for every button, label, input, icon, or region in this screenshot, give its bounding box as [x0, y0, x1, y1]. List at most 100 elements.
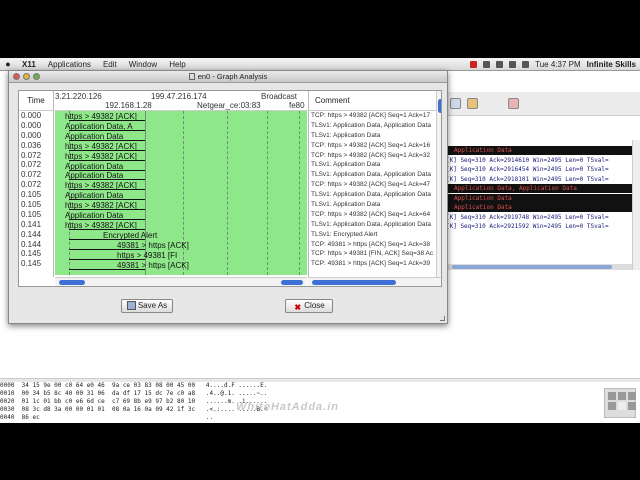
- host-label: 199.47.216.174: [151, 92, 207, 101]
- menubar-clock[interactable]: Tue 4:37 PM: [535, 60, 581, 69]
- flow-graph[interactable]: 3.21.220.126 199.47.216.174 Broadcast 19…: [55, 91, 307, 277]
- packet-row[interactable]: Application Data: [446, 203, 632, 212]
- comment-row[interactable]: TCP: 49381 > https [ACK] Seq=1 Ack=39: [309, 259, 441, 269]
- comment-row[interactable]: TCP: 49381 > https [ACK] Seq=1 Ack=38: [309, 240, 441, 250]
- hex-line: 0030 08 3c d8 3a 00 00 01 01 08 0a 16 0a…: [0, 406, 268, 413]
- window-titlebar[interactable]: en0 - Graph Analysis: [9, 71, 447, 83]
- comment-row[interactable]: TLSv1: Application Data, Application Dat…: [309, 170, 441, 180]
- wifi-icon[interactable]: [496, 60, 504, 68]
- record-icon[interactable]: [470, 60, 478, 68]
- time-value: 0.000: [21, 120, 42, 130]
- host-lifeline: [267, 111, 268, 275]
- packet-row[interactable]: Application Data, Application Data: [446, 184, 632, 193]
- packet-row[interactable]: Application Data: [446, 193, 632, 203]
- hex-line: 0000 34 15 9e 00 c0 64 e0 46 9a ce 03 83…: [0, 382, 268, 389]
- graph-host-header: 3.21.220.126 199.47.216.174 Broadcast 19…: [55, 91, 307, 111]
- graph-area[interactable]: https > 49382 [ACK] Application Data, A Ap…: [55, 111, 307, 275]
- volume-icon[interactable]: [509, 60, 517, 68]
- packet-row[interactable]: [K] Seq=310 Ack=2916454 Win=2495 Len=0 T…: [446, 165, 632, 174]
- background-vscrollbar[interactable]: [632, 140, 640, 270]
- time-header: Time: [19, 91, 53, 111]
- window-close-icon[interactable]: [13, 73, 20, 80]
- comment-row[interactable]: TLSv1: Application Data, Application Dat…: [309, 121, 441, 131]
- window-minimize-icon[interactable]: [23, 73, 30, 80]
- close-label: Close: [304, 301, 325, 310]
- comment-row[interactable]: TLSv1: Application Data: [309, 131, 441, 141]
- flow-label[interactable]: 49381 > https [ACK]: [117, 261, 189, 270]
- flow-label[interactable]: https > 49382 [ACK]: [65, 112, 137, 121]
- comment-header: Comment: [309, 91, 441, 111]
- close-button[interactable]: ✖ Close: [285, 299, 333, 313]
- flow-label[interactable]: https > 49381 [FI: [117, 251, 177, 260]
- flow-label[interactable]: Encrypted Alert: [103, 231, 157, 240]
- host-label: 192.168.1.28: [105, 101, 152, 110]
- time-value: 0.144: [21, 239, 42, 249]
- window-zoom-icon[interactable]: [33, 73, 40, 80]
- comment-row[interactable]: TCP: https > 49382 [ACK] Seq=1 Ack=64: [309, 210, 441, 220]
- comment-row[interactable]: TLSv1: Encrypted Alert: [309, 230, 441, 240]
- host-label: Broadcast: [261, 92, 298, 101]
- toolbar-help-icon[interactable]: [508, 98, 519, 109]
- menu-applications[interactable]: Applications: [42, 60, 97, 69]
- comment-row[interactable]: TLSv1: Application Data, Application Dat…: [309, 220, 441, 230]
- time-value: 0.000: [21, 111, 42, 120]
- toolbar-colorize-icon[interactable]: [467, 98, 478, 109]
- bluetooth-icon[interactable]: [483, 60, 491, 68]
- packet-row[interactable]: [K] Seq=310 Ack=2921592 Win=2495 Len=0 T…: [446, 222, 632, 231]
- packet-row[interactable]: [K] Seq=310 Ack=2919748 Win=2495 Len=0 T…: [446, 212, 632, 222]
- save-icon: [126, 301, 136, 310]
- comment-vscrollbar[interactable]: [436, 91, 441, 277]
- flow-label[interactable]: https > 49382 [ACK]: [65, 152, 137, 161]
- packet-row[interactable]: [K] Seq=310 Ack=2914610 Win=2495 Len=0 T…: [446, 155, 632, 165]
- time-value: 0.072: [21, 180, 42, 190]
- menu-help[interactable]: Help: [163, 60, 191, 69]
- close-icon: ✖: [294, 303, 302, 312]
- comment-row[interactable]: TCP: https > 49382 [ACK] Seq=1 Ack=32: [309, 151, 441, 161]
- time-value: 0.105: [21, 190, 42, 200]
- comment-row[interactable]: TCP: https > 49382 [ACK] Seq=1 Ack=16: [309, 141, 441, 151]
- time-value: 0.144: [21, 229, 42, 239]
- flow-label[interactable]: https > 49382 [ACK]: [65, 221, 137, 230]
- time-value: 0.141: [21, 219, 42, 229]
- flow-label[interactable]: Application Data: [65, 132, 123, 141]
- menubar-status-area: Tue 4:37 PM Infinite Skills: [470, 60, 640, 69]
- packet-row[interactable]: Application Data: [446, 146, 632, 155]
- background-packet-list[interactable]: Application Data [K] Seq=310 Ack=2914610 …: [446, 146, 632, 232]
- comment-row[interactable]: TLSv1: Application Data, Application Dat…: [309, 190, 441, 200]
- menu-edit[interactable]: Edit: [97, 60, 123, 69]
- flow-label[interactable]: Application Data, A: [65, 122, 133, 131]
- resize-grip[interactable]: [440, 316, 445, 321]
- background-hscrollbar[interactable]: [446, 264, 632, 270]
- infinite-skills-logo: [604, 388, 636, 418]
- menubar-user[interactable]: Infinite Skills: [587, 60, 636, 69]
- graph-hscrollbar[interactable]: [55, 277, 307, 286]
- flow-label[interactable]: Application Data: [65, 171, 123, 180]
- time-column: Time 0.000 0.000 0.000 0.036 0.072 0.072 0.072…: [19, 91, 54, 277]
- menu-app-x11[interactable]: X11: [16, 60, 42, 69]
- flow-label[interactable]: Application Data: [65, 191, 123, 200]
- packet-row[interactable]: [K] Seq=310 Ack=2918101 Win=2495 Len=0 T…: [446, 174, 632, 184]
- comment-row[interactable]: TCP: https > 49382 [ACK] Seq=1 Ack=17: [309, 111, 441, 121]
- flow-label[interactable]: Application Data: [65, 162, 123, 171]
- comment-row[interactable]: TCP: https > 49381 [FIN, ACK] Seq=38 Ac: [309, 249, 441, 259]
- flow-label[interactable]: Application Data: [65, 211, 123, 220]
- hex-line: 0020 01 1c 01 bb c0 e6 6d ce c7 69 8b e9…: [0, 398, 268, 405]
- flow-label[interactable]: https > 49382 [ACK]: [65, 142, 137, 151]
- time-value: 0.072: [21, 170, 42, 180]
- host-label: 3.21.220.126: [55, 92, 102, 101]
- flow-label[interactable]: 49381 > https [ACK]: [117, 241, 189, 250]
- comment-row[interactable]: TLSv1: Application Data: [309, 160, 441, 170]
- apple-menu-icon[interactable]: ●: [0, 59, 16, 69]
- battery-icon[interactable]: [522, 60, 530, 68]
- time-value: 0.105: [21, 209, 42, 219]
- menu-window[interactable]: Window: [123, 60, 163, 69]
- flow-label[interactable]: https > 49382 [ACK]: [65, 181, 137, 190]
- comment-row[interactable]: TLSv1: Application Data: [309, 200, 441, 210]
- host-label: Netgear_ce:03:83: [197, 101, 261, 110]
- host-lifeline: [299, 111, 300, 275]
- comment-row[interactable]: TCP: https > 49382 [ACK] Seq=1 Ack=47: [309, 180, 441, 190]
- flow-label[interactable]: https > 49382 [ACK]: [65, 201, 137, 210]
- comment-hscrollbar[interactable]: [308, 277, 441, 286]
- toolbar-prefs-icon[interactable]: [450, 98, 461, 109]
- save-as-button[interactable]: Save As: [121, 299, 173, 313]
